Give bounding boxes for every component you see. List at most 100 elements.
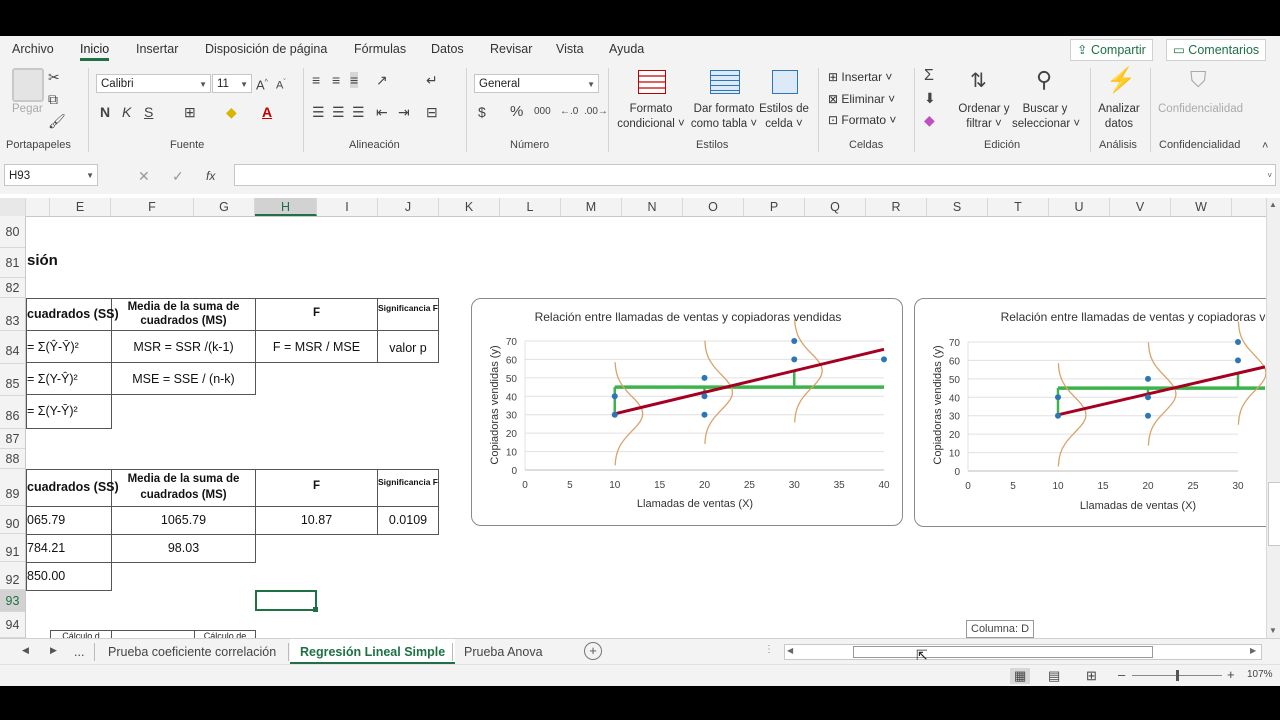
row-header[interactable]: 94 bbox=[0, 612, 25, 638]
paste-button[interactable]: Pegar bbox=[12, 102, 43, 117]
fill-handle[interactable] bbox=[313, 607, 318, 612]
tab-disposicion[interactable]: Disposición de página bbox=[205, 42, 327, 56]
column-header[interactable]: V bbox=[1110, 198, 1171, 216]
row-header[interactable]: 89 bbox=[0, 469, 25, 506]
comments-button[interactable]: ▭ Comentarios bbox=[1166, 39, 1267, 61]
tab-inicio[interactable]: Inicio bbox=[80, 42, 110, 61]
row-header[interactable]: 88 bbox=[0, 449, 25, 469]
number-format-select[interactable]: General ▼ bbox=[474, 74, 599, 93]
cancel-icon[interactable]: ✕ bbox=[138, 168, 150, 184]
clear-icon[interactable]: ◆ bbox=[924, 112, 935, 128]
format-painter-icon[interactable]: 🖌 bbox=[48, 113, 66, 129]
vertical-scrollbar[interactable]: ▲ ▼ bbox=[1266, 198, 1280, 638]
cut-icon[interactable]: ✂ bbox=[48, 69, 60, 85]
add-sheet-icon[interactable]: + bbox=[584, 642, 602, 660]
percent-icon[interactable]: % bbox=[510, 104, 523, 120]
sheet-tab-regresion[interactable]: Regresión Lineal Simple bbox=[290, 639, 456, 665]
row-header[interactable]: 90 bbox=[0, 506, 25, 534]
increase-font-icon[interactable]: A^ bbox=[256, 75, 268, 93]
column-header-selected[interactable]: H bbox=[255, 198, 317, 216]
scroll-right-icon[interactable]: ▶ bbox=[1250, 646, 1256, 655]
row-header[interactable]: 85 bbox=[0, 364, 25, 396]
chart-2[interactable]: Relación entre llamadas de ventas y copi… bbox=[914, 298, 1280, 527]
row-header[interactable]: 80 bbox=[0, 216, 25, 248]
select-all-corner[interactable] bbox=[0, 198, 26, 216]
column-header[interactable]: P bbox=[744, 198, 805, 216]
find-select-button[interactable]: Buscar y seleccionar ˅ bbox=[1012, 102, 1080, 132]
sheet-tab-correlacion[interactable]: Prueba coeficiente correlación bbox=[108, 639, 276, 665]
fill-color-icon[interactable]: ◆ bbox=[226, 104, 237, 120]
check-icon[interactable]: ✓ bbox=[172, 168, 184, 184]
page-layout-icon[interactable]: ▤ bbox=[1048, 668, 1060, 684]
normal-view-icon[interactable]: ▦ bbox=[1010, 668, 1031, 684]
split-handle-icon[interactable]: ⋮ bbox=[764, 644, 774, 655]
scroll-up-icon[interactable]: ▲ bbox=[1269, 200, 1277, 209]
align-center-icon[interactable]: ☰ bbox=[332, 104, 345, 120]
tab-archivo[interactable]: Archivo bbox=[12, 42, 54, 56]
tab-formulas[interactable]: Fórmulas bbox=[354, 42, 406, 56]
tab-revisar[interactable]: Revisar bbox=[490, 42, 532, 56]
scroll-left-icon[interactable]: ◀ bbox=[787, 646, 793, 655]
bold-button[interactable]: N bbox=[100, 104, 110, 120]
zoom-in-icon[interactable]: + bbox=[1227, 667, 1235, 682]
decrease-decimal-icon[interactable]: .00→ bbox=[584, 104, 608, 120]
horizontal-scrollbar[interactable]: ◀ ▶ bbox=[784, 644, 1262, 660]
sheet-tab-anova[interactable]: Prueba Anova bbox=[464, 639, 543, 665]
scroll-thumb[interactable] bbox=[853, 646, 1153, 658]
confidential-button[interactable]: Confidencialidad bbox=[1158, 102, 1243, 117]
row-header[interactable]: 87 bbox=[0, 429, 25, 449]
font-name-select[interactable]: Calibri ▼ bbox=[96, 74, 211, 93]
chart-1[interactable]: Relación entre llamadas de ventas y copi… bbox=[471, 298, 903, 526]
tab-datos[interactable]: Datos bbox=[431, 42, 464, 56]
align-right-icon[interactable]: ☰ bbox=[352, 104, 365, 120]
column-header[interactable]: N bbox=[622, 198, 683, 216]
zoom-slider-thumb[interactable] bbox=[1176, 670, 1179, 681]
wrap-text-icon[interactable]: ↵ bbox=[426, 72, 438, 88]
merge-center-icon[interactable]: ⊟ bbox=[426, 104, 438, 120]
align-left-icon[interactable]: ☰ bbox=[312, 104, 325, 120]
column-header[interactable]: G bbox=[194, 198, 255, 216]
fill-icon[interactable]: ⬇ bbox=[924, 90, 936, 106]
decrease-font-icon[interactable]: Aˇ bbox=[276, 75, 286, 94]
row-header[interactable]: 81 bbox=[0, 248, 25, 278]
format-cells-button[interactable]: ⊡ Formato ˅ bbox=[828, 113, 896, 127]
cell-styles-button[interactable]: Estilos de celda ˅ bbox=[758, 102, 810, 132]
paste-icon[interactable] bbox=[12, 68, 44, 102]
column-header[interactable]: K bbox=[439, 198, 500, 216]
row-header[interactable]: 86 bbox=[0, 396, 25, 429]
font-size-select[interactable]: 11 ▼ bbox=[212, 74, 252, 93]
align-top-icon[interactable]: ≡ bbox=[312, 72, 320, 88]
zoom-out-icon[interactable]: – bbox=[1118, 667, 1125, 682]
column-header[interactable]: J bbox=[378, 198, 439, 216]
tab-vista[interactable]: Vista bbox=[556, 42, 584, 56]
decrease-indent-icon[interactable]: ⇤ bbox=[376, 104, 388, 120]
scroll-thumb[interactable] bbox=[1268, 482, 1280, 546]
comma-style-icon[interactable]: 000 bbox=[534, 104, 551, 120]
increase-decimal-icon[interactable]: ←.0 bbox=[560, 104, 578, 120]
row-header[interactable]: 91 bbox=[0, 534, 25, 562]
scroll-tabs-right-icon[interactable]: ▶ bbox=[50, 645, 57, 656]
formula-input[interactable]: ˅ bbox=[234, 164, 1276, 186]
name-box[interactable]: H93 ▼ bbox=[4, 164, 98, 186]
autosum-icon[interactable]: Σ bbox=[924, 68, 934, 84]
column-header[interactable]: W bbox=[1171, 198, 1232, 216]
increase-indent-icon[interactable]: ⇥ bbox=[398, 104, 410, 120]
underline-button[interactable]: S bbox=[144, 104, 153, 120]
column-header[interactable]: U bbox=[1049, 198, 1110, 216]
orientation-icon[interactable]: ↗ bbox=[376, 72, 388, 88]
insert-cells-button[interactable]: ⊞ Insertar ˅ bbox=[828, 70, 892, 84]
collapse-ribbon-icon[interactable]: ˄ bbox=[1262, 138, 1268, 154]
row-header[interactable]: 83 bbox=[0, 298, 25, 331]
page-break-icon[interactable]: ⊞ bbox=[1086, 668, 1097, 684]
currency-icon[interactable]: $ bbox=[478, 104, 486, 120]
row-header[interactable]: 84 bbox=[0, 331, 25, 364]
align-bottom-icon[interactable]: ≡ bbox=[350, 72, 359, 88]
tab-insertar[interactable]: Insertar bbox=[136, 42, 178, 56]
tab-ayuda[interactable]: Ayuda bbox=[609, 42, 644, 56]
column-header[interactable]: F bbox=[111, 198, 194, 216]
copy-icon[interactable]: ⧉ bbox=[48, 91, 58, 107]
column-header[interactable]: O bbox=[683, 198, 744, 216]
more-sheets-button[interactable]: ... bbox=[74, 639, 84, 665]
scroll-tabs-left-icon[interactable]: ◀ bbox=[22, 645, 29, 656]
row-header[interactable]: 92 bbox=[0, 562, 25, 590]
